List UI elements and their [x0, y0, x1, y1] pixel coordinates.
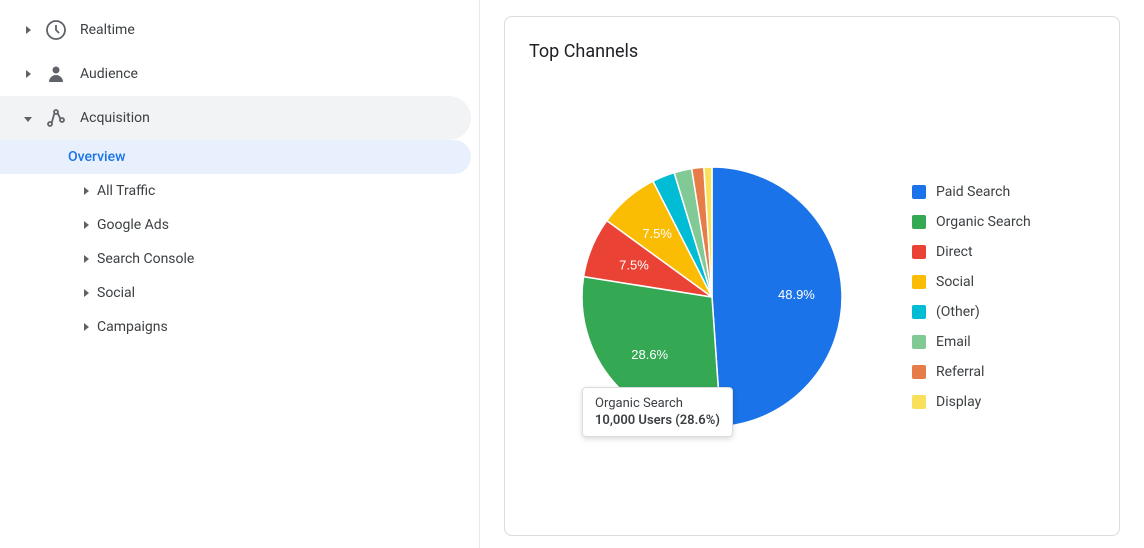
acquisition-icon [44, 106, 68, 130]
pie-segment-paid-search[interactable] [712, 167, 842, 427]
legend-item-email[interactable]: Email [912, 334, 1072, 350]
legend-item-paid-search[interactable]: Paid Search [912, 184, 1072, 200]
legend-item-organic-search[interactable]: Organic Search [912, 214, 1072, 230]
arrow-right-icon [84, 217, 89, 233]
pie-label-social: 7.5% [642, 225, 672, 240]
arrow-right-icon [84, 183, 89, 199]
legend-label-display: Display [936, 394, 981, 410]
legend-label-social: Social [936, 274, 974, 290]
top-channels-card: Top Channels 48.9% 28.6% 7.5% 7.5% Organic … [504, 16, 1120, 536]
sidebar-item-social-label: Social [97, 285, 135, 301]
sidebar-item-all-traffic-label: All Traffic [97, 183, 155, 199]
sidebar-item-google-ads[interactable]: Google Ads [0, 208, 471, 242]
legend-label-other: (Other) [936, 304, 980, 320]
sidebar-item-realtime[interactable]: Realtime [0, 8, 471, 52]
legend-item-display[interactable]: Display [912, 394, 1072, 410]
arrow-down-icon [20, 110, 36, 126]
arrow-right-icon [84, 285, 89, 301]
legend-color-organic-search [912, 215, 926, 229]
legend-label-direct: Direct [936, 244, 973, 260]
legend-label-email: Email [936, 334, 971, 350]
sidebar-item-acquisition-label: Acquisition [80, 110, 150, 126]
legend-color-social [912, 275, 926, 289]
sidebar-item-campaigns-label: Campaigns [97, 319, 168, 335]
legend-item-social[interactable]: Social [912, 274, 1072, 290]
legend-item-other[interactable]: (Other) [912, 304, 1072, 320]
arrow-right-icon [84, 251, 89, 267]
sidebar-item-search-console[interactable]: Search Console [0, 242, 471, 276]
pie-label-organic-search: 28.6% [631, 347, 668, 362]
legend-color-display [912, 395, 926, 409]
card-title: Top Channels [529, 41, 1095, 62]
sidebar-item-acquisition[interactable]: Acquisition [0, 96, 471, 140]
sidebar-item-campaigns[interactable]: Campaigns [0, 310, 471, 344]
sidebar-item-search-console-label: Search Console [97, 251, 194, 267]
arrow-icon [20, 22, 36, 38]
legend-label-referral: Referral [936, 364, 984, 380]
legend-color-other [912, 305, 926, 319]
sidebar-item-audience[interactable]: Audience [0, 52, 471, 96]
sidebar-item-google-ads-label: Google Ads [97, 217, 169, 233]
acquisition-sub-items: Overview All Traffic Google Ads Search C… [0, 140, 479, 344]
legend-color-paid-search [912, 185, 926, 199]
pie-label-paid-search: 48.9% [778, 287, 815, 302]
arrow-right-icon [84, 319, 89, 335]
legend-color-email [912, 335, 926, 349]
clock-icon [44, 18, 68, 42]
pie-chart: 48.9%28.6%7.5%7.5% Organic Search 10,000… [552, 137, 872, 457]
sidebar-item-realtime-label: Realtime [80, 22, 135, 38]
person-icon [44, 62, 68, 86]
sidebar-item-audience-label: Audience [80, 66, 138, 82]
legend-item-direct[interactable]: Direct [912, 244, 1072, 260]
pie-label-direct: 7.5% [619, 257, 649, 272]
sidebar: Realtime Audience Acquisiti [0, 0, 480, 548]
sidebar-item-social[interactable]: Social [0, 276, 471, 310]
main-content: Top Channels 48.9% 28.6% 7.5% 7.5% Organic … [480, 0, 1144, 548]
legend-color-referral [912, 365, 926, 379]
legend-color-direct [912, 245, 926, 259]
chart-legend: Paid Search Organic Search Direct Social (Ot… [912, 184, 1072, 410]
sidebar-item-all-traffic[interactable]: All Traffic [0, 174, 471, 208]
legend-label-organic-search: Organic Search [936, 214, 1031, 230]
sidebar-item-overview[interactable]: Overview [0, 140, 471, 174]
legend-item-referral[interactable]: Referral [912, 364, 1072, 380]
legend-label-paid-search: Paid Search [936, 184, 1010, 200]
arrow-icon [20, 66, 36, 82]
chart-container: 48.9%28.6%7.5%7.5% Organic Search 10,000… [529, 82, 1095, 511]
sidebar-item-overview-label: Overview [68, 149, 125, 165]
